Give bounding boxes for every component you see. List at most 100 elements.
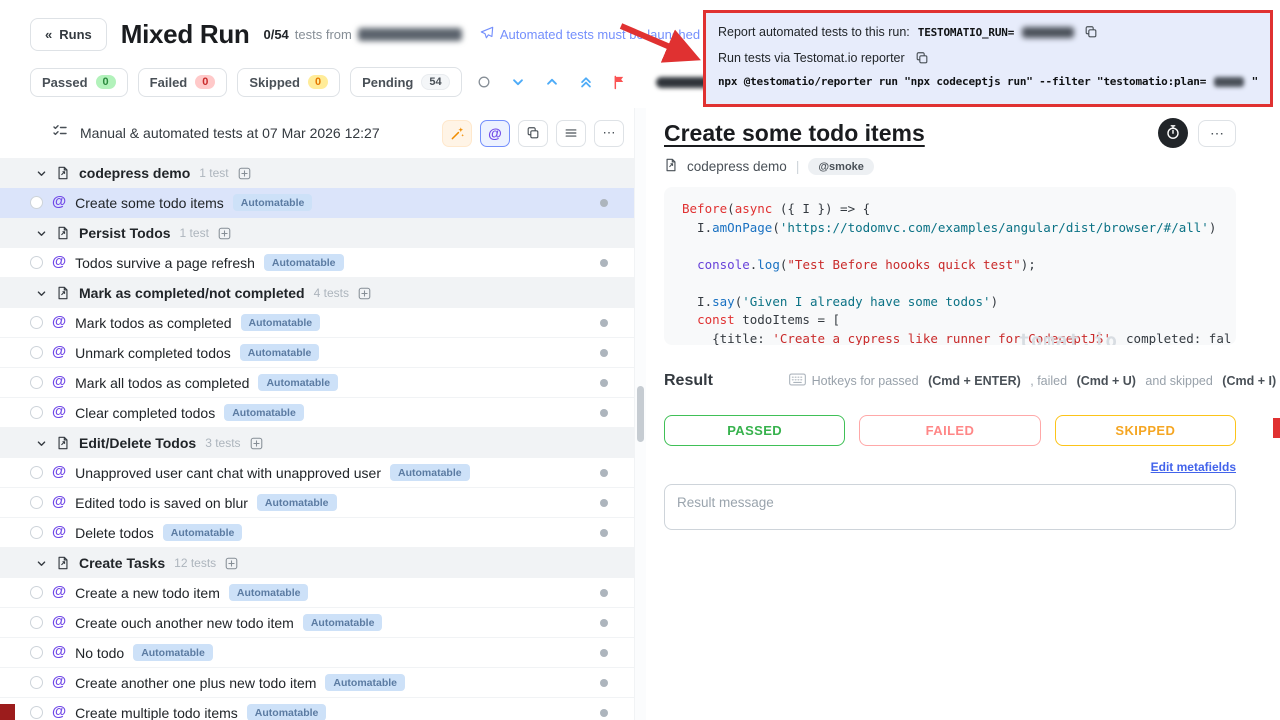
test-radio[interactable] (30, 346, 43, 359)
back-to-runs-button[interactable]: « Runs (30, 18, 107, 51)
tree-folder-row[interactable]: Mark as completed/not completed4 tests (0, 278, 634, 308)
filter-chip-skipped[interactable]: Skipped 0 (237, 68, 340, 97)
test-title[interactable]: Create some todo items (664, 120, 925, 147)
test-radio[interactable] (30, 646, 43, 659)
filter-chip-failed[interactable]: Failed 0 (138, 68, 228, 97)
status-dot-icon (600, 589, 608, 597)
test-radio[interactable] (30, 586, 43, 599)
flag-icon[interactable] (608, 70, 632, 94)
chevron-down-icon[interactable] (36, 288, 47, 299)
status-dot-icon (600, 409, 608, 417)
test-radio[interactable] (30, 256, 43, 269)
list-more-button[interactable]: ⋯ (594, 120, 624, 147)
timer-button[interactable] (1158, 118, 1188, 148)
test-name[interactable]: Todos survive a page refresh (75, 255, 255, 271)
automated-tests-link[interactable]: Automated tests must be launched (480, 26, 700, 43)
add-test-icon[interactable] (250, 437, 263, 450)
test-radio[interactable] (30, 406, 43, 419)
tree-test-row[interactable]: @No todoAutomatable (0, 638, 634, 668)
tree-test-row[interactable]: @Create another one plus new todo itemAu… (0, 668, 634, 698)
test-radio[interactable] (30, 616, 43, 629)
panel-scrollbar[interactable] (634, 108, 646, 720)
circle-status-icon[interactable] (472, 70, 496, 94)
suite-name[interactable]: Persist Todos (79, 225, 171, 241)
test-name[interactable]: Clear completed todos (75, 405, 215, 421)
test-name[interactable]: Create some todo items (75, 195, 224, 211)
add-test-icon[interactable] (218, 227, 231, 240)
test-radio[interactable] (30, 526, 43, 539)
test-radio[interactable] (30, 376, 43, 389)
chevron-down-icon[interactable] (36, 228, 47, 239)
test-name[interactable]: Delete todos (75, 525, 154, 541)
test-list-header: Manual & automated tests at 07 Mar 2026 … (0, 108, 634, 158)
test-name[interactable]: Create a new todo item (75, 585, 220, 601)
tree-test-row[interactable]: @Unmark completed todosAutomatable (0, 338, 634, 368)
status-dot-icon (600, 469, 608, 477)
test-name[interactable]: Edited todo is saved on blur (75, 495, 248, 511)
test-name[interactable]: Unapproved user cant chat with unapprove… (75, 465, 381, 481)
tree-test-row[interactable]: @Mark all todos as completedAutomatable (0, 368, 634, 398)
test-radio[interactable] (30, 466, 43, 479)
suite-name[interactable]: codepress demo (79, 165, 190, 181)
tree-test-row[interactable]: @Delete todosAutomatable (0, 518, 634, 548)
magic-wand-button[interactable] (442, 120, 472, 147)
test-radio[interactable] (30, 706, 43, 719)
tree-test-row[interactable]: @Create multiple todo itemsAutomatable (0, 698, 634, 720)
tree-test-row[interactable]: @Clear completed todosAutomatable (0, 398, 634, 428)
scrollbar-handle[interactable] (637, 386, 644, 442)
copy-icon[interactable] (913, 49, 931, 67)
hotkey-segment: (Cmd + I) (1222, 374, 1276, 388)
test-name[interactable]: Create multiple todo items (75, 705, 238, 720)
copy-icon[interactable] (1082, 23, 1100, 41)
add-test-icon[interactable] (225, 557, 238, 570)
test-name[interactable]: Mark todos as completed (75, 315, 231, 331)
report-command-line: npx @testomatio/reporter run "npx codece… (718, 75, 1258, 88)
test-radio[interactable] (30, 676, 43, 689)
chevron-down-icon[interactable] (506, 70, 530, 94)
double-chevron-up-icon[interactable] (574, 70, 598, 94)
tree-folder-row[interactable]: codepress demo1 test (0, 158, 634, 188)
test-name[interactable]: Mark all todos as completed (75, 375, 249, 391)
add-test-icon[interactable] (358, 287, 371, 300)
tree-test-row[interactable]: @Edited todo is saved on blurAutomatable (0, 488, 634, 518)
passed-button[interactable]: PASSED (664, 415, 845, 446)
automated-filter-button[interactable]: @ (480, 120, 510, 147)
suite-file-icon (56, 226, 70, 240)
suite-name[interactable]: Edit/Delete Todos (79, 435, 196, 451)
copy-suites-button[interactable] (518, 120, 548, 147)
chevron-down-icon[interactable] (36, 438, 47, 449)
test-name[interactable]: No todo (75, 645, 124, 661)
skipped-button[interactable]: SKIPPED (1055, 415, 1236, 446)
tree-test-row[interactable]: @Todos survive a page refreshAutomatable (0, 248, 634, 278)
chevron-down-icon[interactable] (36, 168, 47, 179)
suite-link[interactable]: codepress demo (687, 159, 787, 174)
suite-name[interactable]: Mark as completed/not completed (79, 285, 305, 301)
test-name[interactable]: Unmark completed todos (75, 345, 231, 361)
result-message-input[interactable] (664, 484, 1236, 530)
smoke-tag-badge[interactable]: @smoke (808, 158, 874, 175)
tree-test-row[interactable]: @Mark todos as completedAutomatable (0, 308, 634, 338)
chevron-up-icon[interactable] (540, 70, 564, 94)
detail-more-button[interactable]: ⋯ (1198, 120, 1236, 147)
filter-chip-passed[interactable]: Passed 0 (30, 68, 128, 97)
list-menu-button[interactable] (556, 120, 586, 147)
add-test-icon[interactable] (238, 167, 251, 180)
tree-test-row[interactable]: @Unapproved user cant chat with unapprov… (0, 458, 634, 488)
test-radio[interactable] (30, 196, 43, 209)
suite-name[interactable]: Create Tasks (79, 555, 165, 571)
tree-test-row[interactable]: @Create some todo itemsAutomatable (0, 188, 634, 218)
test-radio[interactable] (30, 316, 43, 329)
tree-test-row[interactable]: @Create ouch another new todo itemAutoma… (0, 608, 634, 638)
test-name[interactable]: Create another one plus new todo item (75, 675, 316, 691)
tree-folder-row[interactable]: Create Tasks12 tests (0, 548, 634, 578)
tree-folder-row[interactable]: Edit/Delete Todos3 tests (0, 428, 634, 458)
meta-divider: | (796, 159, 800, 174)
filter-chip-pending[interactable]: Pending 54 (350, 67, 462, 97)
test-radio[interactable] (30, 496, 43, 509)
test-name[interactable]: Create ouch another new todo item (75, 615, 294, 631)
chevron-down-icon[interactable] (36, 558, 47, 569)
edit-metafields-link[interactable]: Edit metafields (1151, 460, 1236, 474)
tree-test-row[interactable]: @Create a new todo itemAutomatable (0, 578, 634, 608)
tree-folder-row[interactable]: Persist Todos1 test (0, 218, 634, 248)
failed-button[interactable]: FAILED (859, 415, 1040, 446)
